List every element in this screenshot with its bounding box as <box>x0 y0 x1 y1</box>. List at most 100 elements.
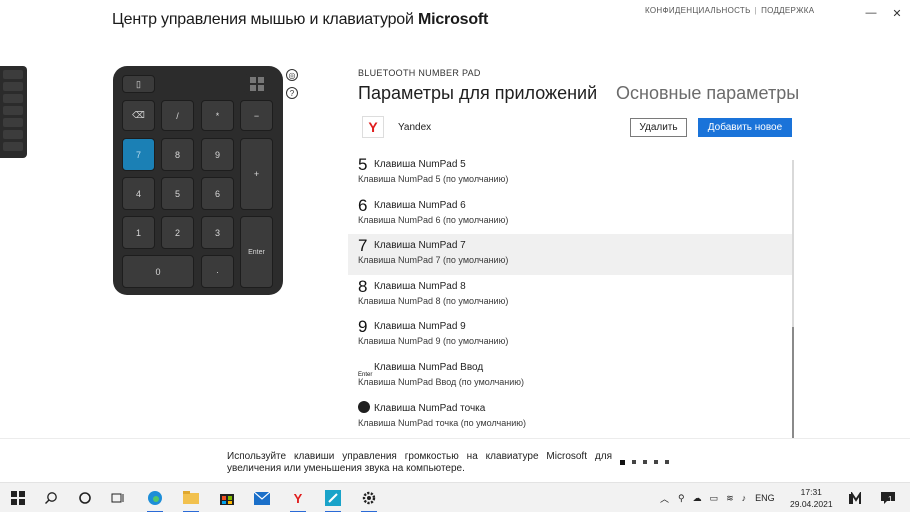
title-bar: Центр управления мышью и клавиатурой Mic… <box>0 0 910 38</box>
system-tray: ︿ ⚲ ☁ ▭ ≋ ♪ ENG <box>660 483 775 512</box>
key-enter[interactable]: Enter <box>240 216 273 288</box>
key-title: Клавиша NumPad 6 <box>374 199 466 211</box>
tab-app-settings[interactable]: Параметры для приложений <box>358 83 597 104</box>
tip-pager <box>620 459 669 465</box>
key-title: Клавиша NumPad Ввод <box>374 361 484 373</box>
windows-logo-icon <box>244 74 270 94</box>
tab-basic-settings[interactable]: Основные параметры <box>616 83 799 104</box>
clock-date: 29.04.2021 <box>790 499 833 509</box>
key-assignment: Клавиша NumPad точка (по умолчанию) <box>358 417 526 428</box>
key-assignment: Клавиша NumPad 9 (по умолчанию) <box>358 336 509 347</box>
volume-icon[interactable]: ♪ <box>742 493 747 503</box>
search-icon[interactable] <box>42 489 60 507</box>
windows-start-icon[interactable] <box>9 489 27 507</box>
list-item[interactable]: 5 Клавиша NumPad 5 Клавиша NumPad 5 (по … <box>348 153 792 194</box>
clock[interactable]: 17:31 29.04.2021 <box>790 486 833 510</box>
window-controls: — ✕ <box>858 0 910 30</box>
key-1[interactable]: 1 <box>122 216 155 249</box>
key-dot[interactable]: · <box>201 255 234 288</box>
add-new-button[interactable]: Добавить новое <box>698 118 792 137</box>
help-icon[interactable]: ? <box>286 87 298 99</box>
file-explorer-icon[interactable] <box>182 489 200 512</box>
device-side-icons: ◎ ? <box>286 69 298 105</box>
app-tray-icon[interactable] <box>847 489 865 507</box>
mouse-keyboard-center-icon[interactable] <box>324 489 342 512</box>
taskbar: Y ︿ ⚲ ☁ ▭ ≋ ♪ ENG 17:31 29.04.2021 1 <box>0 482 910 512</box>
delete-button[interactable]: Удалить <box>630 118 687 137</box>
key-title: Клавиша NumPad 8 <box>374 280 466 292</box>
mail-icon[interactable] <box>253 489 271 507</box>
keyboard-key-shape <box>3 130 23 139</box>
keyboard-key-shape <box>3 118 23 127</box>
yandex-browser-icon[interactable]: Y <box>289 489 307 512</box>
key-7[interactable]: 7 <box>122 138 155 171</box>
settings-gear-icon[interactable] <box>360 489 378 512</box>
list-item[interactable]: 9 Клавиша NumPad 9 Клавиша NumPad 9 (по … <box>348 315 792 356</box>
scrollbar-thumb[interactable] <box>792 327 794 438</box>
key-assignment: Клавиша NumPad 5 (по умолчанию) <box>358 174 509 184</box>
store-icon[interactable] <box>218 489 236 507</box>
key-assignment: Клавиша NumPad 8 (по умолчанию) <box>358 295 509 306</box>
yandex-icon[interactable]: Y <box>362 116 384 138</box>
tip-page-dot[interactable] <box>632 460 636 464</box>
key-3[interactable]: 3 <box>201 216 234 249</box>
key-4[interactable]: 4 <box>122 177 155 210</box>
privacy-link[interactable]: КОНФИДЕНЦИАЛЬНОСТЬ <box>645 6 751 15</box>
list-item[interactable]: Enter Клавиша NumPad Ввод Клавиша NumPad… <box>348 356 792 397</box>
tip-page-dot[interactable] <box>620 459 625 465</box>
keyboard-device-thumbnail[interactable] <box>0 66 27 158</box>
keyboard-key-shape <box>3 94 23 103</box>
key-multiply[interactable]: * <box>201 100 234 131</box>
keyboard-key-shape <box>3 142 23 151</box>
key-9[interactable]: 9 <box>201 138 234 171</box>
keyboard-key-shape <box>3 70 23 79</box>
device-name: BLUETOOTH NUMBER PAD <box>358 68 481 78</box>
show-hidden-icons-icon[interactable]: ︿ <box>660 492 669 505</box>
key-glyph: 6 <box>358 195 368 215</box>
calculator-key-icon[interactable]: ▯ <box>122 75 155 93</box>
task-view-icon[interactable] <box>109 489 127 507</box>
clock-time: 17:31 <box>800 487 822 497</box>
key-glyph: 7 <box>358 236 368 256</box>
app-selector-row: Y Yandex Удалить Добавить новое <box>358 115 798 141</box>
list-item[interactable]: 6 Клавиша NumPad 6 Клавиша NumPad 6 (по … <box>348 194 792 235</box>
key-glyph: 5 <box>358 155 368 174</box>
settings-icon[interactable]: ◎ <box>286 69 298 81</box>
key-assignment: Клавиша NumPad 6 (по умолчанию) <box>358 214 509 225</box>
list-item[interactable]: Клавиша NumPad точка Клавиша NumPad точк… <box>348 397 792 438</box>
mouse-keyboard-center-window: Центр управления мышью и клавиатурой Mic… <box>0 0 910 512</box>
app-name[interactable]: Yandex <box>398 122 431 133</box>
wifi-icon[interactable]: ≋ <box>726 493 734 504</box>
tip-page-dot[interactable] <box>665 460 669 464</box>
tip-page-dot[interactable] <box>654 460 658 464</box>
key-0[interactable]: 0 <box>122 255 194 288</box>
link-separator: | <box>754 6 758 15</box>
key-assignment: Клавиша NumPad 7 (по умолчанию) <box>358 255 509 266</box>
notification-center-icon[interactable]: 1 <box>879 489 897 507</box>
list-item-selected[interactable]: 7 Клавиша NumPad 7 Клавиша NumPad 7 (по … <box>348 234 792 275</box>
battery-icon[interactable]: ▭ <box>710 493 719 504</box>
key-5[interactable]: 5 <box>161 177 194 210</box>
minimize-button[interactable]: — <box>858 0 884 26</box>
top-links: КОНФИДЕНЦИАЛЬНОСТЬ | ПОДДЕРЖКА <box>645 6 814 15</box>
support-link[interactable]: ПОДДЕРЖКА <box>761 6 814 15</box>
keyboard-key-shape <box>3 82 23 91</box>
language-indicator[interactable]: ENG <box>755 493 775 503</box>
close-button[interactable]: ✕ <box>884 0 910 26</box>
tip-page-dot[interactable] <box>643 460 647 464</box>
list-scrollbar[interactable] <box>792 160 794 438</box>
key-divide[interactable]: / <box>161 100 194 131</box>
cloud-icon[interactable]: ☁ <box>693 493 702 504</box>
key-glyph: 8 <box>358 276 368 296</box>
app-title-brand: Microsoft <box>417 11 489 28</box>
cortana-icon[interactable] <box>76 489 94 507</box>
key-backspace[interactable]: ⌫ <box>122 100 155 131</box>
key-plus[interactable]: + <box>240 138 273 210</box>
list-item[interactable]: 8 Клавиша NumPad 8 Клавиша NumPad 8 (по … <box>348 275 792 316</box>
key-minus[interactable]: − <box>240 100 273 131</box>
edge-browser-icon[interactable] <box>146 489 164 512</box>
key-2[interactable]: 2 <box>161 216 194 249</box>
key-6[interactable]: 6 <box>201 177 234 210</box>
person-icon[interactable]: ⚲ <box>678 493 685 504</box>
key-8[interactable]: 8 <box>161 138 194 171</box>
